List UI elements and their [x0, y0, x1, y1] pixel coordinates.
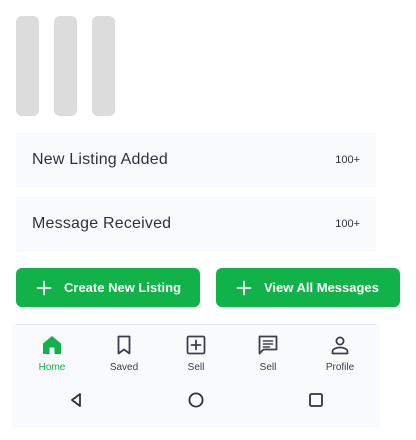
system-navigation	[16, 388, 376, 412]
skeleton-card	[92, 16, 115, 116]
nav-item-sell[interactable]: Sell	[160, 333, 232, 377]
notification-label: Message Received	[32, 215, 172, 232]
plus-icon	[36, 280, 52, 295]
nav-item-profile[interactable]: Profile	[304, 333, 376, 377]
message-icon	[258, 335, 278, 355]
system-home-button[interactable]	[184, 388, 208, 412]
button-label: Create New Listing	[64, 280, 182, 295]
home-circle-icon	[188, 392, 204, 408]
system-back-button[interactable]	[64, 388, 88, 412]
bookmark-icon	[117, 335, 131, 355]
home-icon	[43, 336, 61, 354]
recents-icon	[309, 393, 323, 407]
back-icon	[71, 393, 81, 407]
nav-label: Sell	[187, 362, 205, 373]
nav-label: Sell	[259, 362, 277, 373]
divider	[16, 324, 376, 325]
nav-label: Saved	[109, 362, 139, 373]
skeleton-row	[16, 16, 115, 116]
nav-label: Profile	[325, 362, 355, 373]
create-new-listing-button[interactable]: Create New Listing	[16, 268, 200, 307]
button-label: View All Messages	[264, 280, 379, 295]
nav-item-home[interactable]: Home	[16, 333, 88, 377]
plus-icon	[236, 280, 252, 295]
notification-label: New Listing Added	[32, 151, 168, 168]
system-recents-button[interactable]	[304, 388, 328, 412]
skeleton-card	[54, 16, 77, 116]
notification-message-received[interactable]: Message Received 100+	[16, 196, 376, 252]
nav-label: Home	[38, 362, 66, 373]
nav-item-saved[interactable]: Saved	[88, 333, 160, 377]
notification-new-listing[interactable]: New Listing Added 100+	[16, 132, 376, 188]
view-all-messages-button[interactable]: View All Messages	[216, 268, 400, 307]
person-icon	[331, 336, 349, 355]
skeleton-card	[16, 16, 39, 116]
notification-count: 100+	[335, 154, 360, 166]
notification-count: 100+	[335, 218, 360, 230]
add-box-icon	[186, 335, 206, 355]
bottom-navigation: Home Saved Sell Sell Profile	[16, 333, 376, 377]
nav-item-messages[interactable]: Sell	[232, 333, 304, 377]
